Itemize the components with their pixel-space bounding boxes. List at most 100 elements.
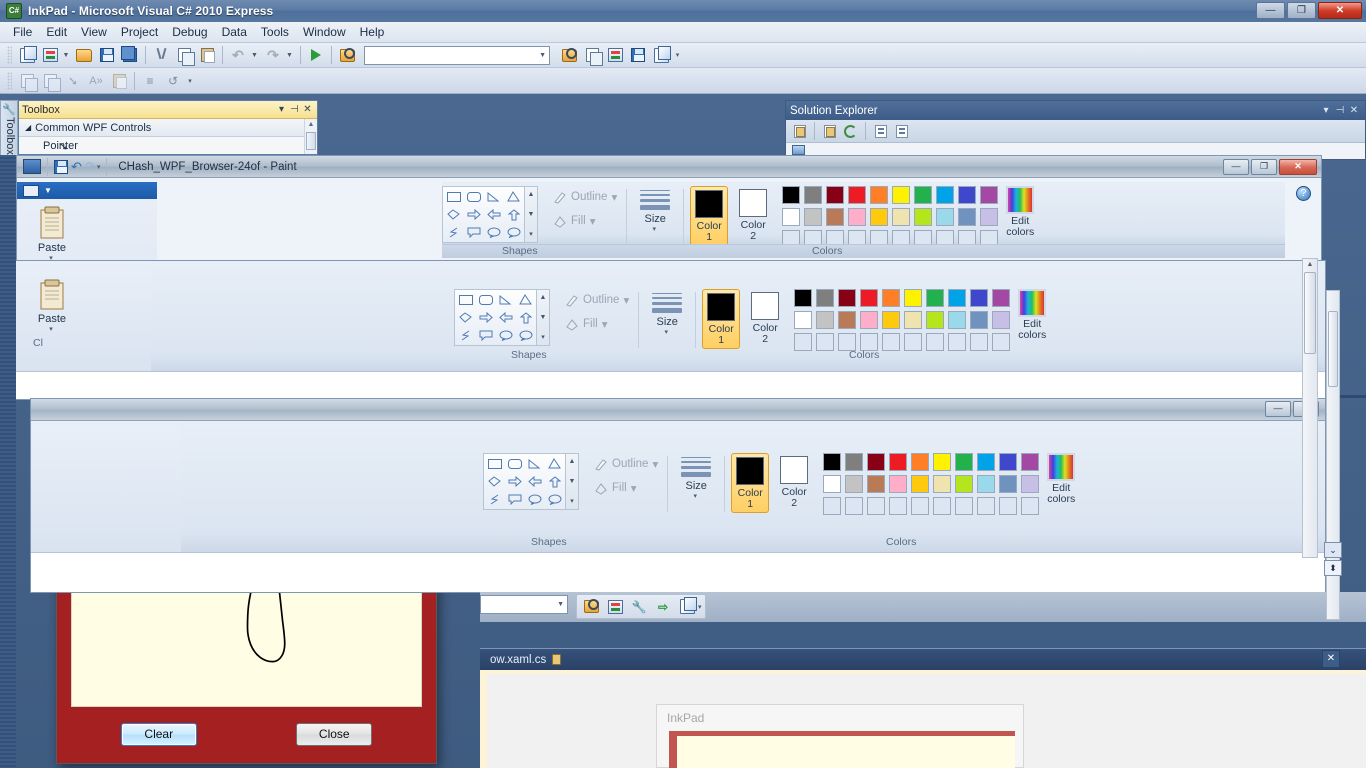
palette-swatch-r2-c6[interactable]	[892, 208, 911, 226]
toolbox-scrollbar[interactable]: ▲	[304, 119, 317, 154]
palette-swatch-r1-c5[interactable]	[911, 453, 930, 471]
scroll-thumb[interactable]	[1304, 272, 1316, 354]
show-all-files-icon[interactable]	[820, 122, 839, 141]
cut-icon[interactable]	[150, 45, 172, 66]
shape-callout-oval-icon[interactable]	[525, 491, 544, 508]
outline-button[interactable]: Outline ▾	[562, 291, 632, 309]
find-combo-input[interactable]: ▼	[364, 45, 550, 65]
paint-menu-dropdown-icon[interactable]: ▼	[44, 186, 52, 195]
palette-swatch-r1-c5[interactable]	[882, 289, 901, 307]
shape-triangle-icon[interactable]	[516, 291, 535, 308]
menu-item-window[interactable]: Window	[296, 23, 353, 41]
solution-explorer-pin-icon[interactable]: ⊣	[1333, 105, 1347, 116]
refresh-icon[interactable]	[841, 122, 860, 141]
palette-swatch-r2-c5[interactable]	[911, 475, 930, 493]
palette-swatch-r2-c5[interactable]	[882, 311, 901, 329]
new-view-icon[interactable]	[676, 596, 698, 617]
palette-swatch-r1-c1[interactable]	[823, 453, 842, 471]
color2-button[interactable]: Color 2	[775, 453, 813, 513]
palette-swatch-r3-c4[interactable]	[889, 497, 908, 515]
palette-swatch-r1-c10[interactable]	[980, 186, 999, 204]
color2-button[interactable]: Color 2	[746, 289, 784, 349]
shapes-scroll-up-icon[interactable]: ▲	[537, 291, 549, 304]
find-in-files-icon[interactable]	[336, 45, 358, 66]
scroll-thumb[interactable]	[1328, 311, 1338, 387]
fill-button[interactable]: Fill ▾	[550, 212, 620, 230]
palette-swatch-r2-c3[interactable]	[838, 311, 857, 329]
palette-swatch-r3-c1[interactable]	[823, 497, 842, 515]
palette-swatch-r1-c8[interactable]	[936, 186, 955, 204]
toolbox-dropdown-icon[interactable]: ▾	[275, 104, 288, 115]
palette-swatch-r2-c1[interactable]	[823, 475, 842, 493]
palette-swatch-r2-c2[interactable]	[845, 475, 864, 493]
palette-swatch-r1-c5[interactable]	[870, 186, 889, 204]
paint1-close-button[interactable]: ✕	[1279, 158, 1317, 175]
shape-diamond-icon[interactable]	[456, 309, 475, 326]
palette-swatch-r1-c1[interactable]	[782, 186, 801, 204]
palette-swatch-r2-c2[interactable]	[816, 311, 835, 329]
menu-item-data[interactable]: Data	[215, 23, 254, 41]
navigate-forward-icon[interactable]	[627, 45, 649, 66]
palette-swatch-r2-c4[interactable]	[848, 208, 867, 226]
redo-icon[interactable]: ↷	[262, 45, 284, 66]
shapes-scroll-down-icon[interactable]: ▼	[566, 475, 578, 488]
color1-button[interactable]: Color 1	[731, 453, 770, 513]
reset-layout-icon[interactable]: ↺	[162, 70, 184, 91]
shape-arrow-right-icon[interactable]	[476, 309, 495, 326]
shapes-scroll[interactable]: ▲ ▼ ▾	[537, 289, 550, 346]
paint1-minimize-button[interactable]: —	[1223, 158, 1249, 175]
fill-dropdown-icon[interactable]: ▾	[631, 481, 637, 495]
palette-swatch-r2-c9[interactable]	[999, 475, 1018, 493]
palette-swatch-r3-c5[interactable]	[882, 333, 901, 351]
palette-swatch-r2-c6[interactable]	[904, 311, 923, 329]
palette-swatch-r3-c6[interactable]	[933, 497, 952, 515]
shape-grid[interactable]	[442, 186, 525, 243]
shape-callout-oval-icon[interactable]	[484, 224, 503, 241]
palette-swatch-r2-c5[interactable]	[870, 208, 889, 226]
palette-swatch-r2-c7[interactable]	[955, 475, 974, 493]
shape-callout-cloud-icon[interactable]	[516, 327, 535, 344]
shapes-gallery[interactable]: ▲ ▼ ▾	[454, 289, 550, 346]
toolbox-pin-icon[interactable]: ⊣	[288, 104, 301, 115]
vs-maximize-button[interactable]: ❐	[1287, 2, 1316, 19]
toolbox-item-pointer[interactable]: ➘ Pointer	[19, 137, 317, 155]
paste-button[interactable]: Paste ▾	[25, 206, 79, 262]
shapes-scroll[interactable]: ▲ ▼ ▾	[566, 453, 579, 510]
palette-swatch-r1-c3[interactable]	[838, 289, 857, 307]
shape-arrow-right-icon[interactable]	[464, 206, 483, 223]
expander-icon[interactable]: ◢	[25, 123, 31, 132]
palette-swatch-r1-c6[interactable]	[892, 186, 911, 204]
color1-button[interactable]: Color 1	[702, 289, 741, 349]
center-horizontally-icon[interactable]: ≡	[139, 70, 161, 91]
paint-file-menu-icon[interactable]	[23, 184, 39, 197]
shape-arrow-left-icon[interactable]	[525, 473, 544, 490]
palette-swatch-r3-c9[interactable]	[970, 333, 989, 351]
shape-triangle-icon[interactable]	[545, 455, 564, 472]
toolbox-toggle-icon[interactable]	[604, 45, 626, 66]
shape-arrow-left-icon[interactable]	[496, 309, 515, 326]
shape-rectangle-icon[interactable]	[444, 188, 463, 205]
palette-swatch-r2-c3[interactable]	[867, 475, 886, 493]
toolbar-grip[interactable]	[7, 71, 12, 90]
paste-button[interactable]: Paste ▾	[25, 279, 79, 333]
color-palette[interactable]	[823, 453, 1041, 517]
shapes-gallery[interactable]: ▲ ▼ ▾	[442, 186, 538, 243]
menu-item-help[interactable]: Help	[353, 23, 392, 41]
help-icon[interactable]: ?	[1296, 186, 1311, 201]
toolbar-grip[interactable]	[7, 46, 12, 64]
palette-swatch-r3-c2[interactable]	[845, 497, 864, 515]
palette-swatch-r2-c8[interactable]	[977, 475, 996, 493]
close-button[interactable]: Close	[296, 722, 373, 746]
shape-rounded-rect-icon[interactable]	[505, 455, 524, 472]
split-icon[interactable]: ⬍	[1324, 560, 1342, 576]
shape-lightning-icon[interactable]	[444, 224, 463, 241]
palette-swatch-r1-c9[interactable]	[999, 453, 1018, 471]
shapes-scroll-down-icon[interactable]: ▼	[525, 208, 537, 221]
paint3-minimize-button[interactable]: —	[1265, 401, 1291, 417]
pointer-icon[interactable]: ➘	[62, 70, 84, 91]
fill-button[interactable]: Fill ▾	[562, 315, 632, 333]
color2-button[interactable]: Color 2	[734, 186, 772, 246]
palette-swatch-r1-c2[interactable]	[804, 186, 823, 204]
palette-swatch-r1-c10[interactable]	[1021, 453, 1040, 471]
palette-swatch-r2-c7[interactable]	[914, 208, 933, 226]
